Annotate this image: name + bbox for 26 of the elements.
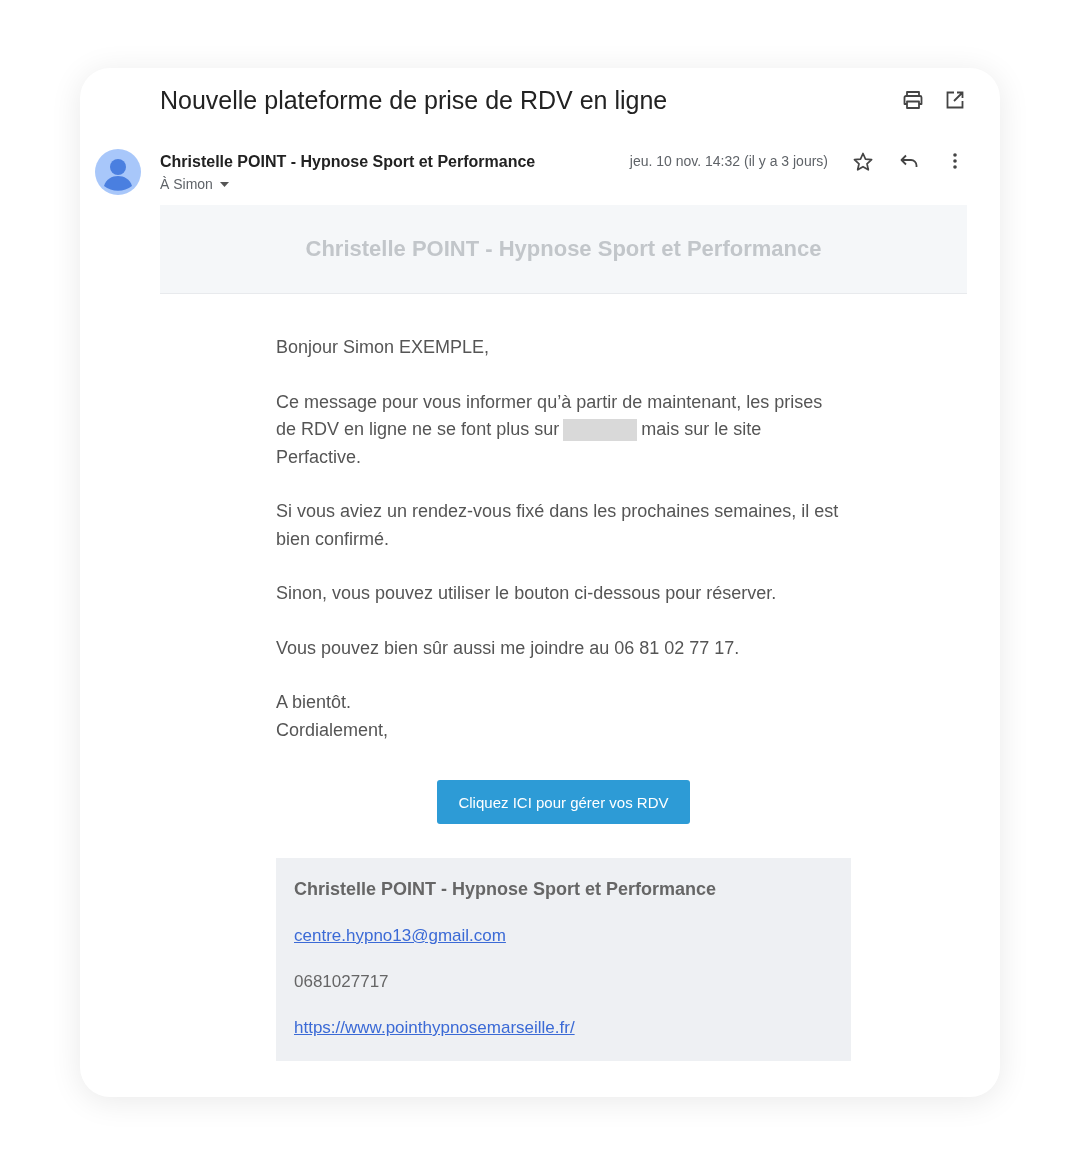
phone-number: 0681027717 bbox=[294, 972, 389, 991]
avatar-icon bbox=[95, 149, 141, 195]
body-paragraph: Bonjour Simon EXEMPLE, bbox=[276, 336, 491, 359]
open-in-new-window-icon bbox=[946, 91, 964, 109]
website-link[interactable]: https://www.pointhypnosemarseille.fr/ bbox=[294, 1018, 575, 1037]
paragraph-text: Ce message pour vous informer qu’à partir de maintenant, les prises bbox=[276, 390, 823, 414]
email-link[interactable]: centre.hypno13@gmail.com bbox=[294, 926, 506, 945]
closing-line: A bientôt. bbox=[276, 691, 353, 714]
paragraph-text: de RDV en ligne ne se font plus sur bbox=[276, 418, 560, 441]
paragraph-text: Perfactive. bbox=[276, 445, 362, 469]
paragraph-text: mais sur le site bbox=[641, 418, 762, 441]
reply-icon bbox=[900, 154, 918, 168]
email-date: jeu. 10 nov. 14:32 (il y a 3 jours) bbox=[629, 152, 828, 170]
body-paragraph: Sinon, vous pouvez utiliser le bouton ci-dessous pour réserver. bbox=[276, 582, 778, 605]
body-paragraph: Vous pouvez bien sûr aussi me joindre au 06 81 02 77 17. bbox=[276, 636, 741, 660]
sender-name: Christelle POINT - Hypnose Sport et Performance bbox=[160, 152, 537, 172]
signature-name: Christelle POINT - Hypnose Sport et Performance bbox=[294, 878, 718, 901]
print-icon bbox=[903, 91, 923, 109]
email-subject: Nouvelle plateforme de prise de RDV en ligne bbox=[160, 85, 669, 116]
body-paragraph: Si vous aviez un rendez-vous fixé dans les prochaines semaines, il est bien confirmé. bbox=[276, 500, 840, 551]
print-button[interactable] bbox=[901, 88, 925, 112]
closing-line: Cordialement, bbox=[276, 718, 390, 742]
caret-icon bbox=[219, 181, 229, 187]
manage-appointments-button[interactable]: Cliquez ICI pour gérer vos RDV bbox=[437, 780, 690, 824]
recipient-button[interactable]: À Simon bbox=[160, 175, 229, 193]
more-options-icon bbox=[953, 153, 957, 169]
